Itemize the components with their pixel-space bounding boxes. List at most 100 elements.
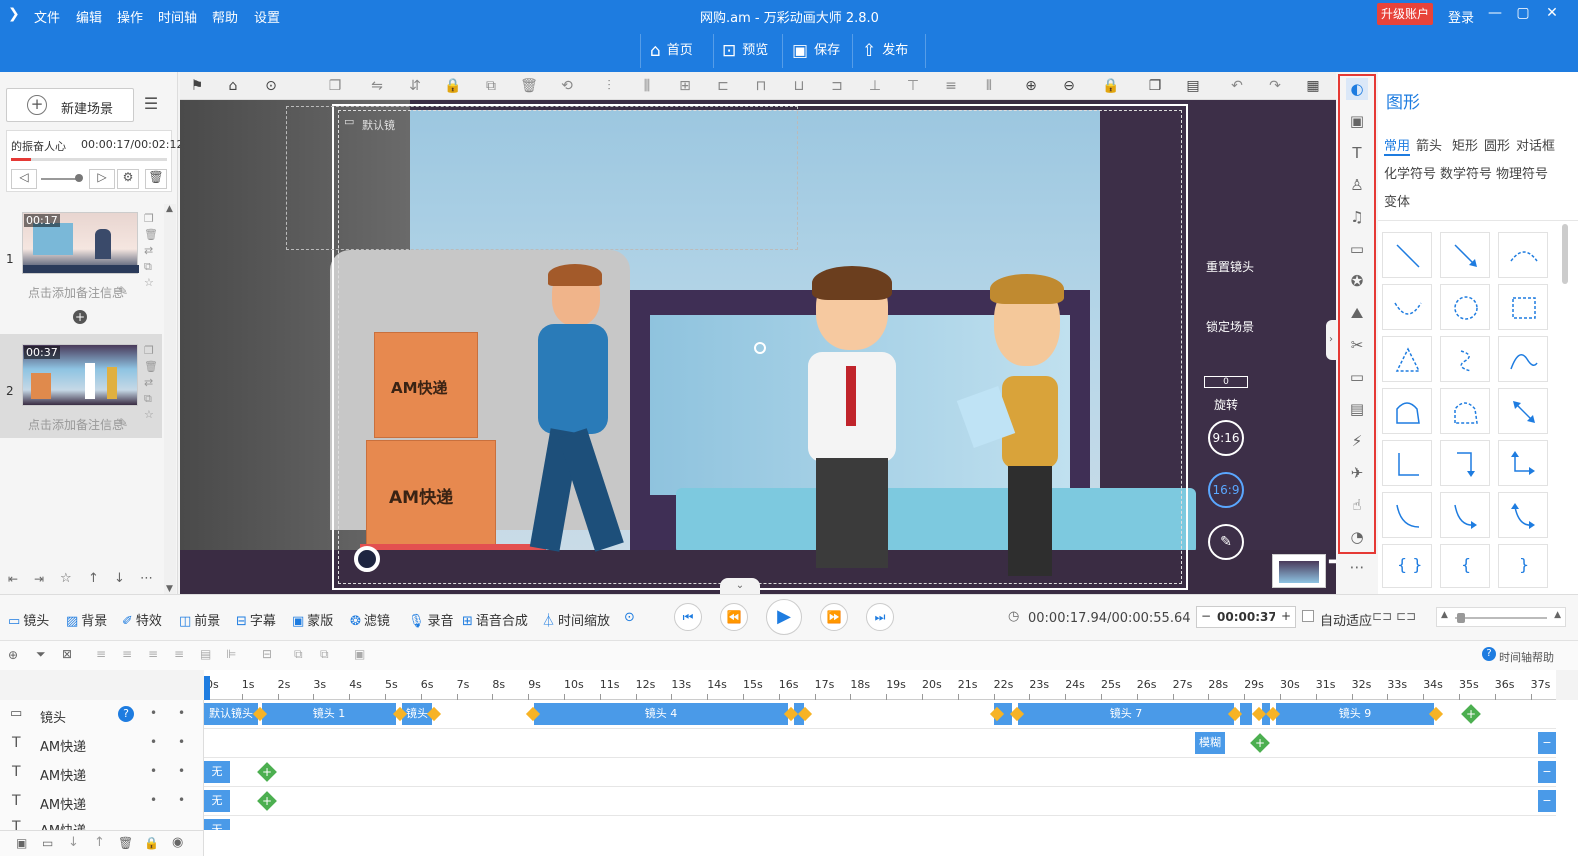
shape-tool-icon[interactable]: ◐ [1346,78,1368,100]
menu-help[interactable]: 帮助 [212,7,238,26]
visibility-dot[interactable]: • [150,793,157,807]
visibility-dot[interactable]: • [150,706,157,720]
track-delete-icon[interactable]: 🗑 [118,836,133,850]
ratio-916-button[interactable]: 9:16 [1208,420,1244,456]
space-v-icon[interactable]: ≡ [942,77,960,95]
align-tracks-4-icon[interactable]: ≡ [174,647,184,661]
audio-progress[interactable] [11,158,167,161]
category-arrow[interactable]: 箭头 [1416,135,1442,154]
subtitle-button[interactable]: ⊟ 字幕 [236,610,276,629]
audio-delete-icon[interactable]: 🗑 [145,169,167,189]
distribute-tracks-icon[interactable]: ⊟ [262,647,272,661]
favorite-icon[interactable]: ☆ [60,571,72,586]
scene-star-icon[interactable]: ☆ [144,276,154,289]
top-edge-icon[interactable]: ⊤ [904,77,922,95]
category-chemistry[interactable]: 化学符号 [1384,163,1436,182]
minimap-thumbnail[interactable] [1272,554,1326,588]
shape-circle[interactable] [1440,284,1490,330]
shape-freeform[interactable] [1440,336,1490,382]
lock-dot[interactable]: • [178,793,185,807]
effects-button[interactable]: ✐ 特效 [122,610,162,629]
hand-tool-icon[interactable]: ☝ [1346,494,1368,516]
add-keyframe-icon[interactable]: + [257,791,277,811]
increase-icon[interactable]: + [1281,609,1291,623]
add-keyframe-icon[interactable]: + [257,762,277,782]
shape-right-brace[interactable]: } [1498,544,1548,588]
shape-arrow-line[interactable] [1440,232,1490,278]
publish-button[interactable]: ⇧ 发布 [862,39,908,63]
shape-s-curve[interactable] [1382,492,1432,538]
background-button[interactable]: ▨ 背景 [66,610,107,629]
scene-scrollbar[interactable]: ▲ ▼ [164,204,176,594]
canvas-stage[interactable]: AM快递 AM快递 默认镜 ▭ ⤢ 重置镜头 🔒 锁定场景 ⊸ 0 旋转 9:1… [180,100,1336,594]
shape-blob[interactable] [1382,388,1432,434]
scene-note[interactable]: 点击添加备注信息 [28,416,128,433]
undo-icon[interactable]: ↶ [1228,77,1246,95]
scene-duplicate-icon[interactable]: ⧉ [144,260,152,274]
add-keyframe-icon[interactable]: + [1461,704,1481,724]
align-tracks-6-icon[interactable]: ⊫ [226,647,236,661]
duration-stepper[interactable]: − 00:00:37.7 + [1196,606,1296,628]
category-circle[interactable]: 圆形 [1484,135,1510,154]
add-scene-icon[interactable]: + [73,310,87,324]
track-end-marker[interactable]: − [1538,732,1556,754]
audio-settings-icon[interactable]: ⚙ [117,169,139,189]
plane-tool-icon[interactable]: ✈ [1346,462,1368,484]
special-tool-icon[interactable]: ✪ [1346,270,1368,292]
decrease-icon[interactable]: − [1201,609,1211,623]
menu-settings[interactable]: 设置 [254,7,280,26]
scene-note[interactable]: 点击添加备注信息 [28,284,128,301]
volume-down-icon[interactable]: ◁ [11,169,37,189]
copy-icon[interactable]: ❐ [326,77,344,95]
align-top-icon[interactable]: ⊓ [752,77,770,95]
collapse-panel-icon[interactable]: › [1326,320,1336,360]
align-tracks-icon[interactable]: ≡ [96,647,106,661]
effect-segment[interactable]: 无 [204,790,230,812]
category-math[interactable]: 数学符号 [1440,163,1492,182]
maximize-icon[interactable]: ▢ [1512,5,1534,25]
align-center-icon[interactable]: ⫶ [600,77,618,95]
track-header[interactable]: T AM快递 • • [0,787,204,816]
group-icon[interactable]: ⧉ [482,77,500,95]
flag-icon[interactable]: ⚑ [188,77,206,95]
scene-delete-icon[interactable]: 🗑 [144,360,158,373]
prev-scene-button[interactable]: ⏮ [674,603,702,631]
volume-slider[interactable] [41,174,83,182]
track-visibility-icon[interactable]: ◉ [172,835,183,850]
menu-file[interactable]: 文件 [34,7,60,26]
shape-left-brace[interactable]: { [1440,544,1490,588]
tts-button[interactable]: ⊞ 语音合成 [462,610,528,629]
align-right-icon[interactable]: ⊐ [828,77,846,95]
shape-s-curve-arrow[interactable] [1440,492,1490,538]
track-header[interactable]: ▭ 镜头 ? • • [0,700,204,729]
duration-value[interactable]: 00:00:37.7 [1217,610,1275,624]
redo-icon[interactable]: ↷ [1266,77,1284,95]
track-header[interactable]: T AM快递 • • [0,729,204,758]
lock-canvas-icon[interactable]: 🔒 [1102,77,1120,95]
center-v-icon[interactable]: ⊥ [866,77,884,95]
edit-note-icon[interactable]: ✎ [118,284,128,298]
camera-track[interactable]: ▭ 镜头 ? • • 默认镜头 镜头 1 镜头 镜头 4 镜头 7 镜头 9 + [0,700,1556,729]
flash-tool-icon[interactable]: ⚡ [1346,430,1368,452]
track-lock-icon[interactable]: 🔒 [144,836,159,850]
music-tool-icon[interactable]: ♫ [1346,206,1368,228]
fit-view-icon[interactable]: ⊏⊐ [1372,609,1392,623]
effect-segment[interactable]: 无 [204,761,230,783]
film-tool-icon[interactable]: ▤ [1346,398,1368,420]
align-bottom-icon[interactable]: ⊔ [790,77,808,95]
mask-button[interactable]: ▣ 蒙版 [292,610,333,629]
more-icon[interactable]: ⋯ [140,571,153,586]
scene-duplicate-icon[interactable]: ⧉ [144,392,152,406]
effect-segment[interactable]: 无 [204,819,230,830]
lock-icon[interactable]: 🔒 [444,77,462,95]
text-track[interactable]: T AM快递 无 [0,816,1556,830]
align-tracks-2-icon[interactable]: ≡ [122,647,132,661]
scene-list-icon[interactable]: ☰ [140,94,162,116]
shape-curve[interactable] [1382,284,1432,330]
login-button[interactable]: 登录 [1448,7,1474,26]
move-up-icon[interactable]: ↑ [88,571,99,586]
scene-transition-icon[interactable]: ⇄ [144,244,153,257]
delete-icon[interactable]: 🗑 [520,77,538,95]
lock-dot[interactable]: • [178,735,185,749]
speech-bubble-icon[interactable]: ▭ [1346,238,1368,260]
